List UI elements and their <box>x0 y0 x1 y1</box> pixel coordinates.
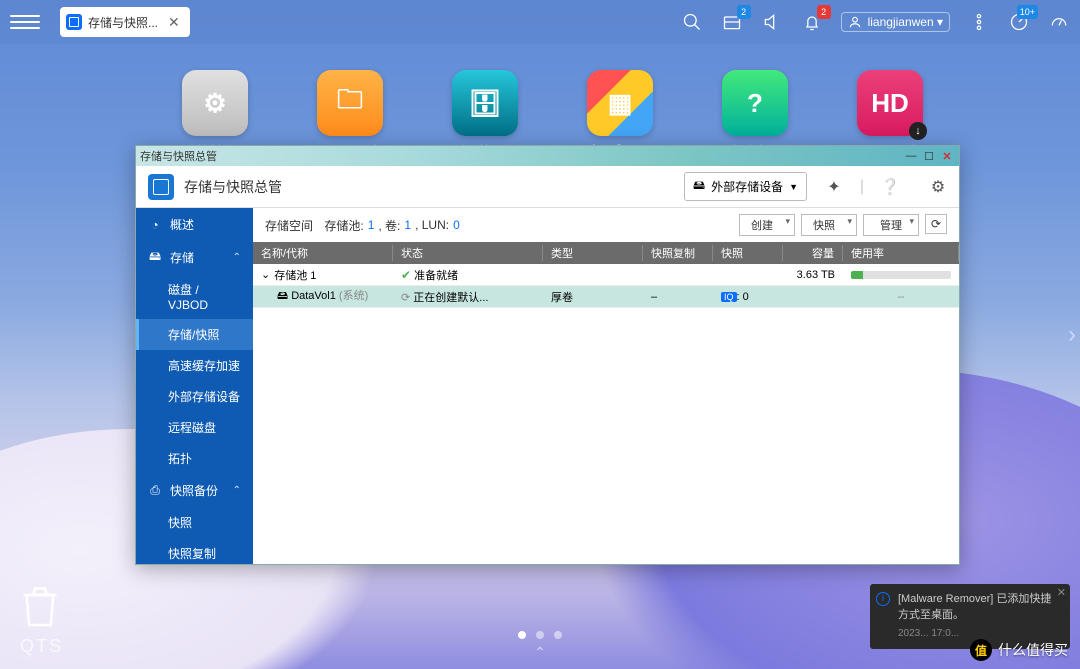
info-icon: i <box>876 592 890 606</box>
external-storage-button[interactable]: 🖴 外部存储设备 ▼ <box>684 172 807 201</box>
download-icon: ↓ <box>909 122 927 140</box>
sidebar-sub-storage-2[interactable]: 高速缓存加速 <box>136 350 253 381</box>
gauge-icon[interactable] <box>1048 11 1070 33</box>
dashboard-icon[interactable]: 10+ <box>1008 11 1030 33</box>
storage-manager-window: 存储与快照总管 — ☐ ✕ 存储与快照总管 🖴 外部存储设备 ▼ ✦ | ❔ ⚙ <box>135 145 960 565</box>
sidebar-item-snapshot[interactable]: ⎙ 快照备份 ⌃ <box>136 474 253 507</box>
taskbar-tab[interactable]: 存储与快照... ✕ <box>60 7 190 37</box>
create-dropdown[interactable]: 创建 <box>739 214 795 236</box>
sidebar: ◔ 概述 🖴 存储 ⌃ 磁盘 / VJBOD存储/快照高速缓存加速外部存储设备远… <box>136 208 253 564</box>
main-menu-button[interactable] <box>10 7 40 37</box>
help-icon[interactable]: ❔ <box>881 178 899 196</box>
tab-close-button[interactable]: ✕ <box>164 14 184 31</box>
toast-close-button[interactable]: ✕ <box>1057 586 1066 601</box>
close-button[interactable]: ✕ <box>939 149 955 163</box>
app-tile-icon: 🗀 <box>317 70 383 136</box>
camera-icon: ⎙ <box>148 484 162 498</box>
table-row-volume[interactable]: 🖴 DataVol1 (系统) ⟳ 正在创建默认... 厚卷 – IQ: 0 -… <box>253 286 959 308</box>
manage-button[interactable]: 管理 <box>863 214 919 236</box>
sidebar-sub-storage-3[interactable]: 外部存储设备 <box>136 381 253 412</box>
table-row-pool[interactable]: ⌄ 存储池 1 ✔ 准备就绪 3.63 TB <box>253 264 959 286</box>
maximize-button[interactable]: ☐ <box>921 149 937 163</box>
snap-badge: IQ <box>721 292 737 302</box>
bell-badge: 2 <box>817 5 831 19</box>
refresh-button[interactable]: ⟳ <box>925 214 947 234</box>
app-tile-icon: ▦ <box>587 70 653 136</box>
toast-text: [Malware Remover] 已添加快捷方式至桌面。 <box>898 592 1060 623</box>
chevron-up-icon: ⌃ <box>233 485 241 496</box>
crumb-label: 存储空间 <box>265 217 313 234</box>
gauge-icon: ◔ <box>148 218 162 232</box>
sidebar-item-overview[interactable]: ◔ 概述 <box>136 208 253 241</box>
sidebar-item-storage[interactable]: 🖴 存储 ⌃ <box>136 241 253 274</box>
hdd-icon: 🖴 <box>693 176 705 197</box>
watermark: 值 什么值得买 <box>970 639 1068 661</box>
chevron-up-icon: ⌃ <box>233 252 241 263</box>
volume-icon: 🖴 <box>277 290 288 302</box>
disk-icon: 🖴 <box>148 251 162 265</box>
page-dots[interactable] <box>518 631 562 639</box>
sidebar-sub-storage-1[interactable]: 存储/快照 <box>136 319 253 350</box>
app-icon <box>148 174 174 200</box>
user-menu[interactable]: liangjianwen ▾ <box>841 12 950 32</box>
gear-icon[interactable]: ⚙ <box>929 178 947 196</box>
spinner-icon: ⟳ <box>401 292 410 304</box>
expand-icon[interactable]: ⌄ <box>261 268 270 281</box>
toolbar-title: 存储与快照总管 <box>184 177 282 197</box>
sidebar-sub-storage-0[interactable]: 磁盘 / VJBOD <box>136 274 253 319</box>
window-title: 存储与快照总管 <box>140 148 217 164</box>
dashboard-badge: 10+ <box>1017 5 1038 19</box>
app-tile-icon: ? <box>722 70 788 136</box>
search-icon[interactable] <box>681 11 703 33</box>
trash-icon[interactable] <box>20 581 60 629</box>
sidebar-sub-storage-5[interactable]: 拓扑 <box>136 443 253 474</box>
minimize-button[interactable]: — <box>903 149 919 163</box>
volume-icon[interactable] <box>761 11 783 33</box>
next-page-button[interactable]: › <box>1068 321 1076 349</box>
user-name: liangjianwen ▾ <box>868 15 943 29</box>
sidebar-sub-storage-4[interactable]: 远程磁盘 <box>136 412 253 443</box>
chevron-down-icon: ▼ <box>789 182 798 192</box>
wizard-icon[interactable]: ✦ <box>825 178 843 196</box>
sidebar-sub-snapshot-0[interactable]: 快照 <box>136 507 253 538</box>
snapshot-dropdown[interactable]: 快照 <box>801 214 857 236</box>
more-icon[interactable] <box>968 11 990 33</box>
qts-logo: QTS <box>20 636 63 657</box>
drawer-icon[interactable]: 2 <box>721 11 743 33</box>
app-tile-icon: 🗄 <box>452 70 518 136</box>
tab-title: 存储与快照... <box>88 14 158 31</box>
app-icon <box>66 14 82 30</box>
app-tile-icon: HD↓ <box>857 70 923 136</box>
dashboard-toggle[interactable]: ⌃ <box>534 644 546 661</box>
sidebar-sub-snapshot-1[interactable]: 快照复制 <box>136 538 253 564</box>
usage-bar <box>851 271 951 279</box>
table-header: 名称/代称 状态 类型 快照复制 快照 容量 使用率 <box>253 242 959 264</box>
bell-icon[interactable]: 2 <box>801 11 823 33</box>
status-ok-icon: ✔ <box>401 268 411 282</box>
drawer-badge: 2 <box>737 5 751 19</box>
app-tile-icon: ⚙ <box>182 70 248 136</box>
